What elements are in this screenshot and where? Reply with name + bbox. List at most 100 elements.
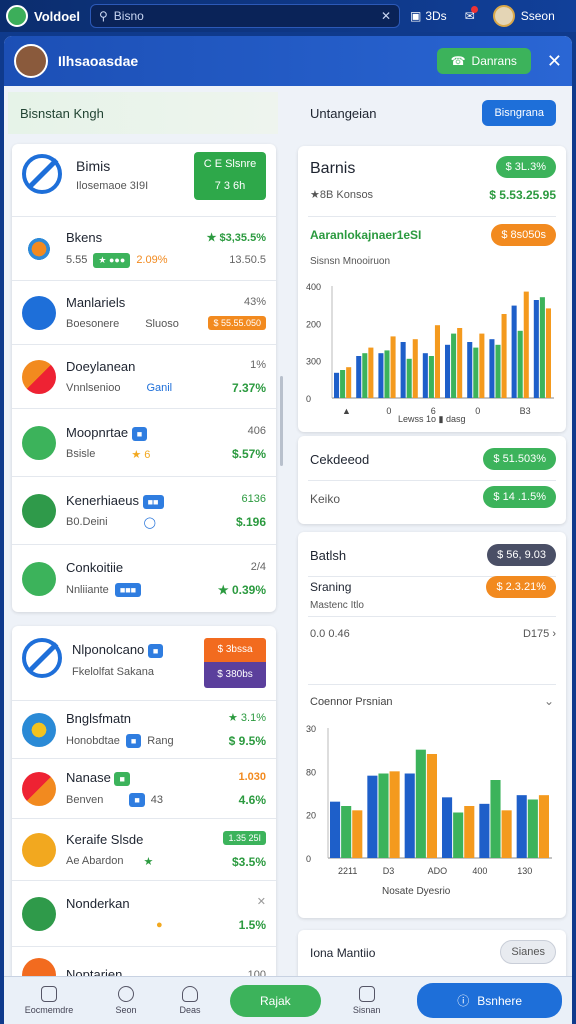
badge-bottom[interactable]: $ 380bs [204, 662, 266, 688]
item-icon [22, 295, 56, 330]
list-item[interactable]: Manlariels Boesonere Sluoso 43% $ 55.55.05… [12, 280, 276, 344]
list-item[interactable]: Nanase ■ Benven ■ 43 1.030 4.6% [12, 758, 276, 818]
chart-bar[interactable] [422, 353, 428, 398]
primary-green-button[interactable]: Rajak [230, 984, 321, 1017]
header-action-button[interactable]: ☎ Danrans [436, 48, 531, 74]
x-tick-label: 400 [472, 866, 487, 876]
close-icon[interactable]: ✕ [547, 51, 562, 72]
chart-bar[interactable] [445, 344, 451, 398]
chart-bar[interactable] [442, 797, 453, 858]
chart-bar[interactable] [473, 347, 479, 398]
nav-item-4[interactable]: Sisnan [335, 986, 399, 1015]
chart-bar[interactable] [356, 356, 362, 398]
chart-bar[interactable] [527, 799, 538, 859]
chart-bar[interactable] [479, 803, 490, 858]
chart-bar[interactable] [389, 771, 400, 858]
chart-bar[interactable] [479, 333, 485, 398]
list-item[interactable]: Keraife Slsde Ae Abardon ★ 1.35 25I $3.5% [12, 818, 276, 880]
list-item[interactable]: Moopnrtae ■ Bsisle ★ 6 406 $.57% [12, 408, 276, 476]
chart-bar[interactable] [533, 300, 539, 398]
filter-pill[interactable]: Sianes [500, 940, 556, 964]
x-tick-label: B3 [520, 406, 531, 416]
chart-bar[interactable] [490, 780, 501, 858]
list-item[interactable]: Nonderkan ● ✕ 1.5% [12, 880, 276, 946]
info-icon: ◯ [143, 516, 156, 529]
stat-pill[interactable]: $ 3L.3% [495, 156, 556, 178]
right-card-1: Barnis ★8B Konsos $ 3L.3% $ 5.53.25.95 A… [298, 146, 566, 432]
chart-bar[interactable] [545, 308, 551, 398]
nav-item-3[interactable]: Deas [158, 986, 222, 1015]
list-item[interactable]: Doeylanean Vnnlsenioo Ganil 1% 7.37% [12, 344, 276, 408]
search-input[interactable]: ⚲ Bisno ✕ [90, 4, 400, 28]
section-pill[interactable]: $ 8s050s [491, 224, 556, 246]
chart-bar[interactable] [517, 330, 523, 398]
nav-item-1[interactable]: Eocmemdre [4, 986, 94, 1015]
list-item[interactable]: Bnglsfmatn Honobdtae ■ Rang ★ 3.1% $ 9.5% [12, 700, 276, 758]
display-label: 3Ds [425, 9, 447, 23]
list-item[interactable]: Kenerhiaeus ■■ B0.Deini ◯ 6136 $.196 [12, 476, 276, 544]
chart-bar[interactable] [341, 806, 352, 858]
clear-icon[interactable]: ✕ [381, 9, 391, 23]
chart-bar[interactable] [464, 806, 475, 858]
nav-item-2[interactable]: Seon [94, 986, 158, 1015]
chart-bar[interactable] [495, 344, 501, 398]
chart-bar[interactable] [362, 353, 368, 398]
chart-bar[interactable] [415, 749, 426, 858]
chart-bar[interactable] [340, 370, 346, 398]
chart-bar[interactable] [501, 810, 512, 858]
item-icon [22, 493, 56, 528]
right-card-3: Batlsh $ 56, 9.03 Sraning $ 2.3.21% Mast… [298, 532, 566, 918]
chart-bar[interactable] [404, 773, 415, 859]
chart-bar[interactable] [539, 297, 545, 398]
list-item[interactable]: Bkens 5.55 ★ ●●● 2.09% ★ $3,35.5% 13.50.5 [12, 216, 276, 280]
chart-bar[interactable] [501, 314, 507, 398]
chart-bar[interactable] [489, 339, 495, 398]
stat-pill[interactable]: $ 56, 9.03 [487, 544, 556, 566]
app-logo-icon[interactable] [6, 5, 28, 27]
chart-bar[interactable] [538, 795, 549, 858]
chart-bar[interactable] [367, 775, 378, 858]
chart-bar[interactable] [412, 339, 418, 398]
chart-bar[interactable] [516, 795, 527, 858]
chart-bar[interactable] [523, 291, 529, 398]
chevron-down-icon[interactable]: ⌄ [544, 694, 554, 708]
avatar[interactable] [492, 5, 515, 27]
stat-pill[interactable]: $ 14 .1.5% [483, 486, 556, 508]
scrollbar[interactable] [280, 376, 283, 466]
chart-bar[interactable] [511, 305, 517, 398]
chart-bar[interactable] [400, 342, 406, 398]
chevron-right-icon[interactable]: › [552, 628, 556, 640]
y-tick-label: 0 [306, 854, 311, 864]
chart-bar[interactable] [453, 812, 464, 859]
x-tick-label: 0 [475, 406, 480, 416]
badge-top[interactable]: $ 3bssa [204, 638, 266, 662]
user-name[interactable]: Sseon [521, 9, 555, 23]
chart-bar[interactable] [368, 347, 374, 398]
chart-bar[interactable] [346, 367, 352, 398]
chart-bar[interactable] [352, 810, 363, 858]
chart-bar[interactable] [451, 333, 457, 398]
chart-bar[interactable] [330, 801, 341, 858]
chart-bar[interactable] [390, 336, 396, 398]
chart-bar[interactable] [428, 356, 434, 398]
right-action-button[interactable]: Bisngrana [482, 100, 556, 126]
chart-bar[interactable] [378, 773, 389, 859]
display-icon[interactable]: ▣ [410, 9, 421, 23]
chart-bar[interactable] [384, 350, 390, 398]
profile-avatar[interactable] [14, 44, 48, 78]
stat-pill[interactable]: $ 51.503% [483, 448, 556, 470]
chart-bar[interactable] [434, 325, 440, 398]
tag-badge: ■■■ [114, 583, 142, 597]
score-tile[interactable]: C E Slsnre 7 3 6h [194, 152, 266, 200]
chart-bar[interactable] [467, 342, 473, 398]
chart-bar[interactable] [406, 358, 412, 398]
chart-bar[interactable] [457, 328, 463, 398]
list-item[interactable]: Conkoitiie Nnliiante ■■■ 2/4 ★ 0.39% [12, 544, 276, 612]
primary-blue-button[interactable]: ⓘ Bsnhere [417, 983, 562, 1018]
stat-pill[interactable]: $ 2.3.21% [486, 576, 556, 598]
chart-bar[interactable] [378, 353, 384, 398]
chat-icon[interactable]: ✉ [465, 6, 478, 23]
card-subtitle: Keiko [310, 492, 341, 506]
chart-bar[interactable] [334, 372, 340, 398]
chart-bar[interactable] [426, 754, 437, 858]
